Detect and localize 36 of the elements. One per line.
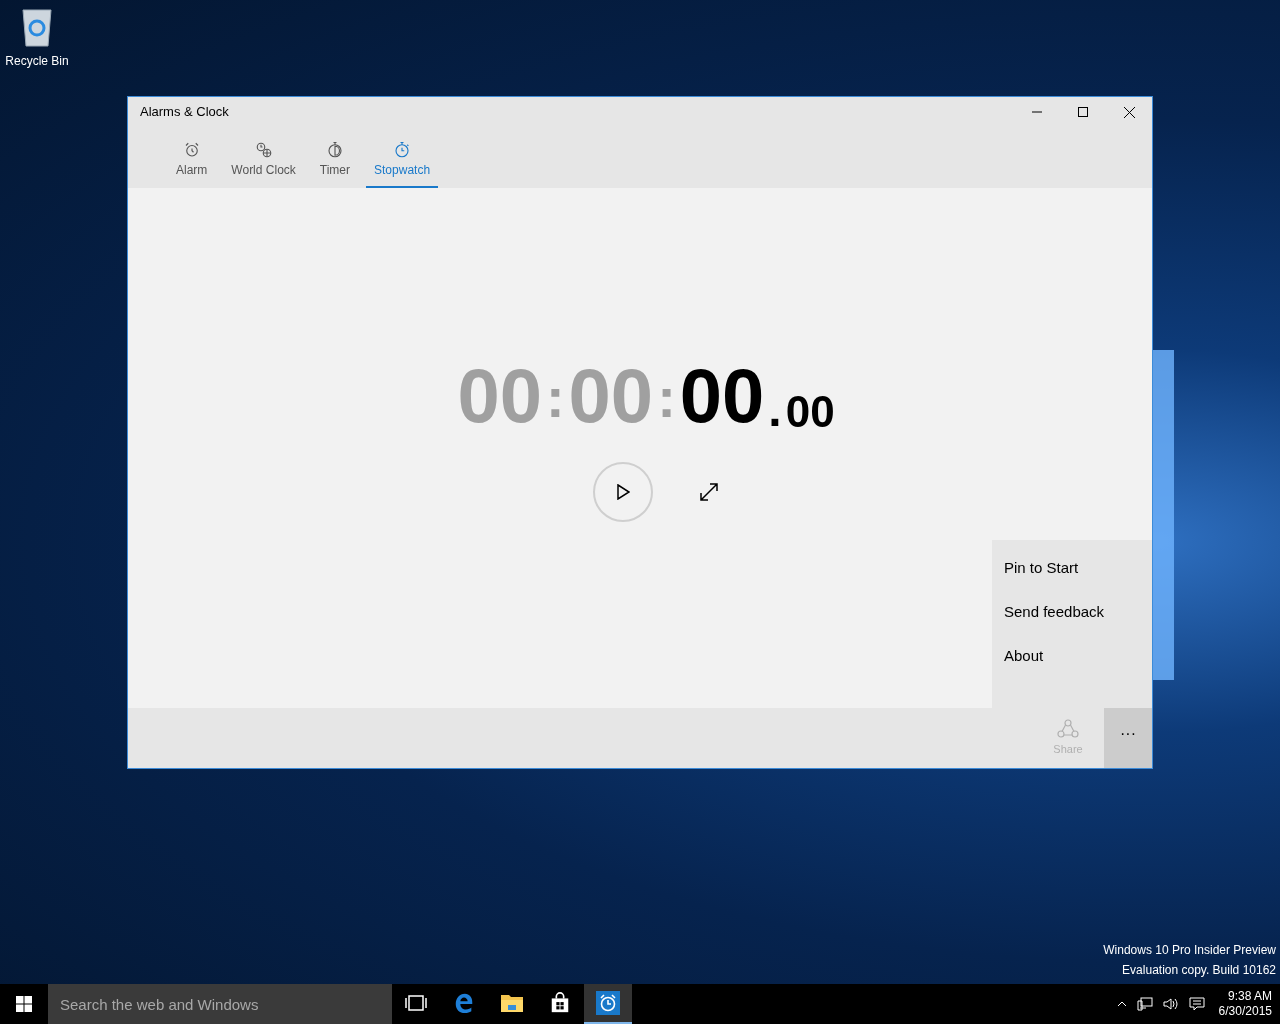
tab[interactable]: Alarm: [168, 133, 216, 188]
clock-globe-icon: [254, 141, 273, 159]
taskbar-app[interactable]: [584, 984, 632, 1024]
message-icon[interactable]: [1188, 997, 1205, 1011]
chevron-up-icon[interactable]: [1116, 1001, 1127, 1007]
play-icon: [616, 484, 630, 500]
windows-logo-icon: [16, 996, 32, 1012]
menu-item[interactable]: About: [992, 634, 1152, 678]
window-title: Alarms & Clock: [140, 103, 229, 122]
network-icon[interactable]: [1136, 997, 1153, 1011]
more-button[interactable]: ···: [1104, 708, 1152, 768]
clock-button[interactable]: 9:38 AM 6/30/2015: [1214, 989, 1276, 1019]
search-field[interactable]: Search the web and Windows: [48, 984, 392, 1024]
tab[interactable]: Stopwatch: [366, 133, 439, 188]
alarm-clock-icon[interactable]: [596, 991, 620, 1015]
share-icon: [1057, 718, 1079, 739]
expand-icon: [699, 482, 719, 502]
menu-item[interactable]: Send feedback: [992, 590, 1152, 634]
stopwatch-icon: [393, 141, 412, 159]
build-watermark-text: Windows 10 Pro Insider Preview: [1103, 942, 1276, 959]
close-icon: [1123, 106, 1135, 118]
speaker-icon[interactable]: [1162, 997, 1179, 1011]
minimize-icon: [1032, 111, 1042, 113]
build-watermark-text: Evaluation copy. Build 10162: [1122, 962, 1276, 979]
folder-icon[interactable]: [500, 993, 524, 1013]
tab[interactable]: World Clock: [223, 133, 304, 188]
tab[interactable]: Timer: [311, 133, 359, 188]
timer-icon: [325, 141, 344, 159]
maximize-icon: [1078, 107, 1088, 117]
shopping-bag-icon[interactable]: [549, 992, 571, 1014]
play-button[interactable]: [593, 462, 653, 522]
menu-item[interactable]: Pin to Start: [992, 546, 1152, 590]
browser-e-icon[interactable]: [453, 992, 475, 1014]
task-view-icon[interactable]: [405, 995, 427, 1011]
desktop-icon-label: Recycle Bin: [5, 53, 69, 70]
stopwatch-time: 00:00:00.00: [457, 358, 835, 434]
